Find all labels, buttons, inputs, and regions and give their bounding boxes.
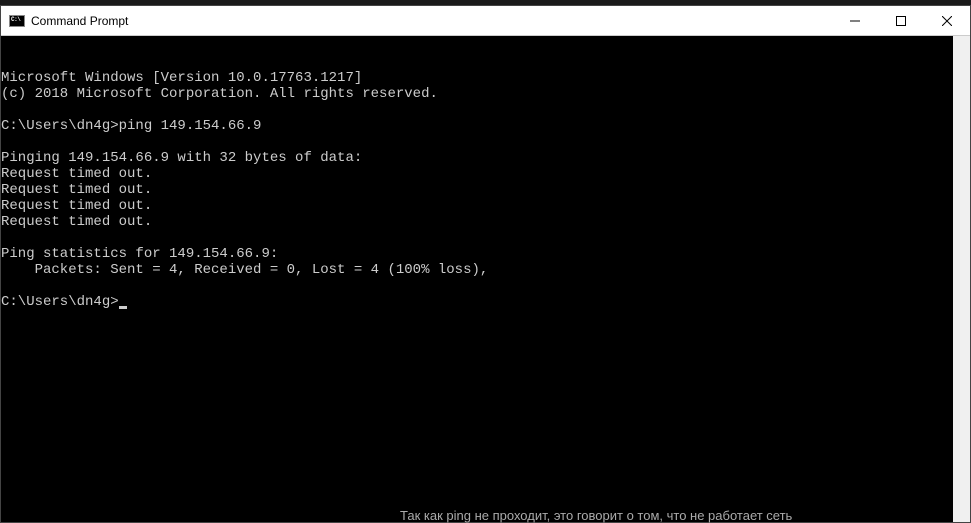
scrollbar[interactable]	[953, 36, 970, 522]
background-caption: Так как ping не проходит, это говорит о …	[400, 508, 792, 523]
terminal-line	[1, 278, 970, 294]
command-prompt-window: C:\ Command Prompt Microsoft Windows [Ve…	[0, 5, 971, 523]
minimize-button[interactable]	[832, 6, 878, 35]
close-button[interactable]	[924, 6, 970, 35]
terminal-line: Request timed out.	[1, 214, 970, 230]
terminal-line: C:\Users\dn4g>	[1, 294, 970, 310]
terminal-line: Ping statistics for 149.154.66.9:	[1, 246, 970, 262]
terminal-line: Request timed out.	[1, 198, 970, 214]
terminal-line: Microsoft Windows [Version 10.0.17763.12…	[1, 70, 970, 86]
terminal-line: Pinging 149.154.66.9 with 32 bytes of da…	[1, 150, 970, 166]
terminal-line: Request timed out.	[1, 182, 970, 198]
terminal-line: (c) 2018 Microsoft Corporation. All righ…	[1, 86, 970, 102]
terminal-line	[1, 102, 970, 118]
terminal-line: Request timed out.	[1, 166, 970, 182]
terminal-line: Packets: Sent = 4, Received = 0, Lost = …	[1, 262, 970, 278]
terminal-line: C:\Users\dn4g>ping 149.154.66.9	[1, 118, 970, 134]
terminal-area[interactable]: Microsoft Windows [Version 10.0.17763.12…	[1, 36, 970, 522]
terminal-line	[1, 230, 970, 246]
scrollbar-thumb[interactable]	[953, 36, 970, 522]
terminal-output: Microsoft Windows [Version 10.0.17763.12…	[1, 70, 970, 310]
title-bar[interactable]: C:\ Command Prompt	[1, 6, 970, 36]
window-title: Command Prompt	[31, 14, 832, 28]
cmd-icon: C:\	[9, 13, 25, 29]
terminal-line	[1, 134, 970, 150]
cursor	[119, 306, 127, 309]
window-controls	[832, 6, 970, 35]
maximize-button[interactable]	[878, 6, 924, 35]
